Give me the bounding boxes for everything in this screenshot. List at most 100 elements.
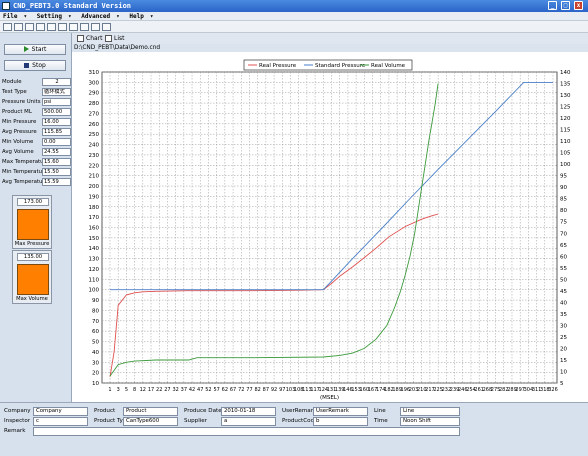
y-left-tick-label: 240 [89,143,100,149]
param-avg-temperature: Avg Temperature 15.59 [2,178,71,186]
y-right-tick-label: 90 [560,185,567,191]
time-field[interactable]: Noon Shift [400,417,460,426]
x-tick-label: 92 [271,387,277,393]
y-right-tick-label: 30 [560,323,567,329]
y-left-tick-label: 10 [92,381,99,387]
y-left-tick-label: 30 [92,360,99,366]
menu-bar: File ▾ Setting ▾ Advanced ▾ Help ▾ [0,12,588,21]
param-label: Avg Temperature [2,179,48,185]
tab-chart[interactable]: Chart [76,34,103,43]
save-icon[interactable] [47,23,56,31]
minimize-icon[interactable]: _ [548,1,557,10]
min-temperature-field[interactable]: 15.50 [42,168,71,176]
x-tick-label: 57 [213,387,219,393]
y-right-tick-label: 70 [560,231,567,237]
y-left-tick-label: 160 [89,226,100,232]
avg-pressure-field[interactable]: 115.85 [42,128,71,136]
calculator-icon[interactable] [91,23,100,31]
chart-legend: Real Pressure Standard Pressure Real Volum… [243,59,413,71]
remark-field[interactable] [33,427,460,436]
param-label: Min Temperature [2,169,48,175]
y-left-tick-label: 70 [92,319,99,325]
line-label: Line [374,408,386,414]
file-path: D:\CND_PEBT\Data\Demo.cnd [74,45,161,51]
y-left-tick-label: 190 [89,194,100,200]
y-right-tick-label: 80 [560,208,567,214]
y-right-tick-label: 75 [560,220,567,226]
product-type-field[interactable]: CanType600 [123,417,178,426]
pressure-volume-chart: 1020304050607080901001101201301401501601… [72,52,588,402]
stop-button[interactable]: Stop [4,60,66,71]
product-ml-field[interactable]: 500.00 [42,108,71,116]
y-left-tick-label: 270 [89,111,100,117]
chart-icon [77,35,84,42]
y-left-tick-label: 140 [89,246,100,252]
x-tick-label: 82 [254,387,260,393]
print-icon[interactable] [80,23,89,31]
gauge-value: 173.00 [17,198,49,206]
param-label: Avg Pressure [2,129,37,135]
y-right-tick-label: 125 [560,105,571,111]
x-tick-label: 77 [246,387,252,393]
copy-icon[interactable] [69,23,78,31]
zoom-in-icon[interactable] [3,23,12,31]
test-type-field[interactable]: 循环模式 [42,88,71,96]
y-left-tick-label: 90 [92,298,99,304]
user-remark-field[interactable]: UserRemark [313,407,368,416]
y-right-tick-label: 110 [560,139,571,145]
y-left-tick-label: 60 [92,329,99,335]
produce-date-label: Produce Date [184,408,222,414]
zoom-fit-icon[interactable] [25,23,34,31]
param-label: Module [2,79,22,85]
maximize-icon[interactable]: □ [561,1,570,10]
company-label: Company [4,408,31,414]
product-code-field[interactable]: b [313,417,368,426]
start-button[interactable]: Start [4,44,66,55]
y-left-tick-label: 290 [89,91,100,97]
supplier-field[interactable]: a [221,417,276,426]
menu-advanced[interactable]: Advanced [81,13,110,20]
y-left-tick-label: 40 [92,350,99,356]
inspector-field[interactable]: c [33,417,88,426]
menu-setting[interactable]: Setting [37,13,62,20]
param-avg-volume: Avg Volume 24.55 [2,148,71,156]
min-volume-field[interactable]: 0.00 [42,138,71,146]
open-file-icon[interactable] [36,23,45,31]
select-icon[interactable] [58,23,67,31]
x-tick-label: 47 [197,387,203,393]
module-field[interactable]: 2 [42,78,71,86]
x-axis-label: (MSEL) [320,395,339,401]
stop-label: Stop [32,62,46,69]
tab-list[interactable]: List [104,34,125,43]
x-tick-label: 87 [263,387,269,393]
y-left-tick-label: 280 [89,101,100,107]
y-right-tick-label: 60 [560,254,567,260]
y-left-tick-label: 260 [89,122,100,128]
y-right-tick-label: 40 [560,300,567,306]
produce-date-field[interactable]: 2010-01-18 [221,407,276,416]
product-field[interactable]: Product [123,407,178,416]
line-field[interactable]: Line [400,407,460,416]
close-icon[interactable]: x [574,1,583,10]
company-field[interactable]: Company [33,407,88,416]
avg-temperature-field[interactable]: 15.59 [42,178,71,186]
avg-volume-field[interactable]: 24.55 [42,148,71,156]
y-right-tick-label: 140 [560,70,571,76]
menu-help[interactable]: Help [129,13,143,20]
remark-label: Remark [4,428,26,434]
param-label: Min Volume [2,139,34,145]
x-tick-label: 22 [156,387,162,393]
max-temperature-field[interactable]: 15.60 [42,158,71,166]
y-left-tick-label: 110 [89,277,100,283]
window-title: CND_PEBT3.0 Standard Version [13,2,132,10]
param-max-temperature: Max Temperature 15.60 [2,158,71,166]
y-right-tick-label: 115 [560,128,571,134]
zoom-out-icon[interactable] [14,23,23,31]
param-label: Product ML [2,109,32,115]
max-volume-gauge: 135.00 Max Volume [12,250,52,304]
grid-icon[interactable] [102,23,111,31]
pressure-units-field[interactable]: psi [42,98,71,106]
min-pressure-field[interactable]: 16.00 [42,118,71,126]
y-left-tick-label: 80 [92,308,99,314]
menu-file[interactable]: File [3,13,17,20]
